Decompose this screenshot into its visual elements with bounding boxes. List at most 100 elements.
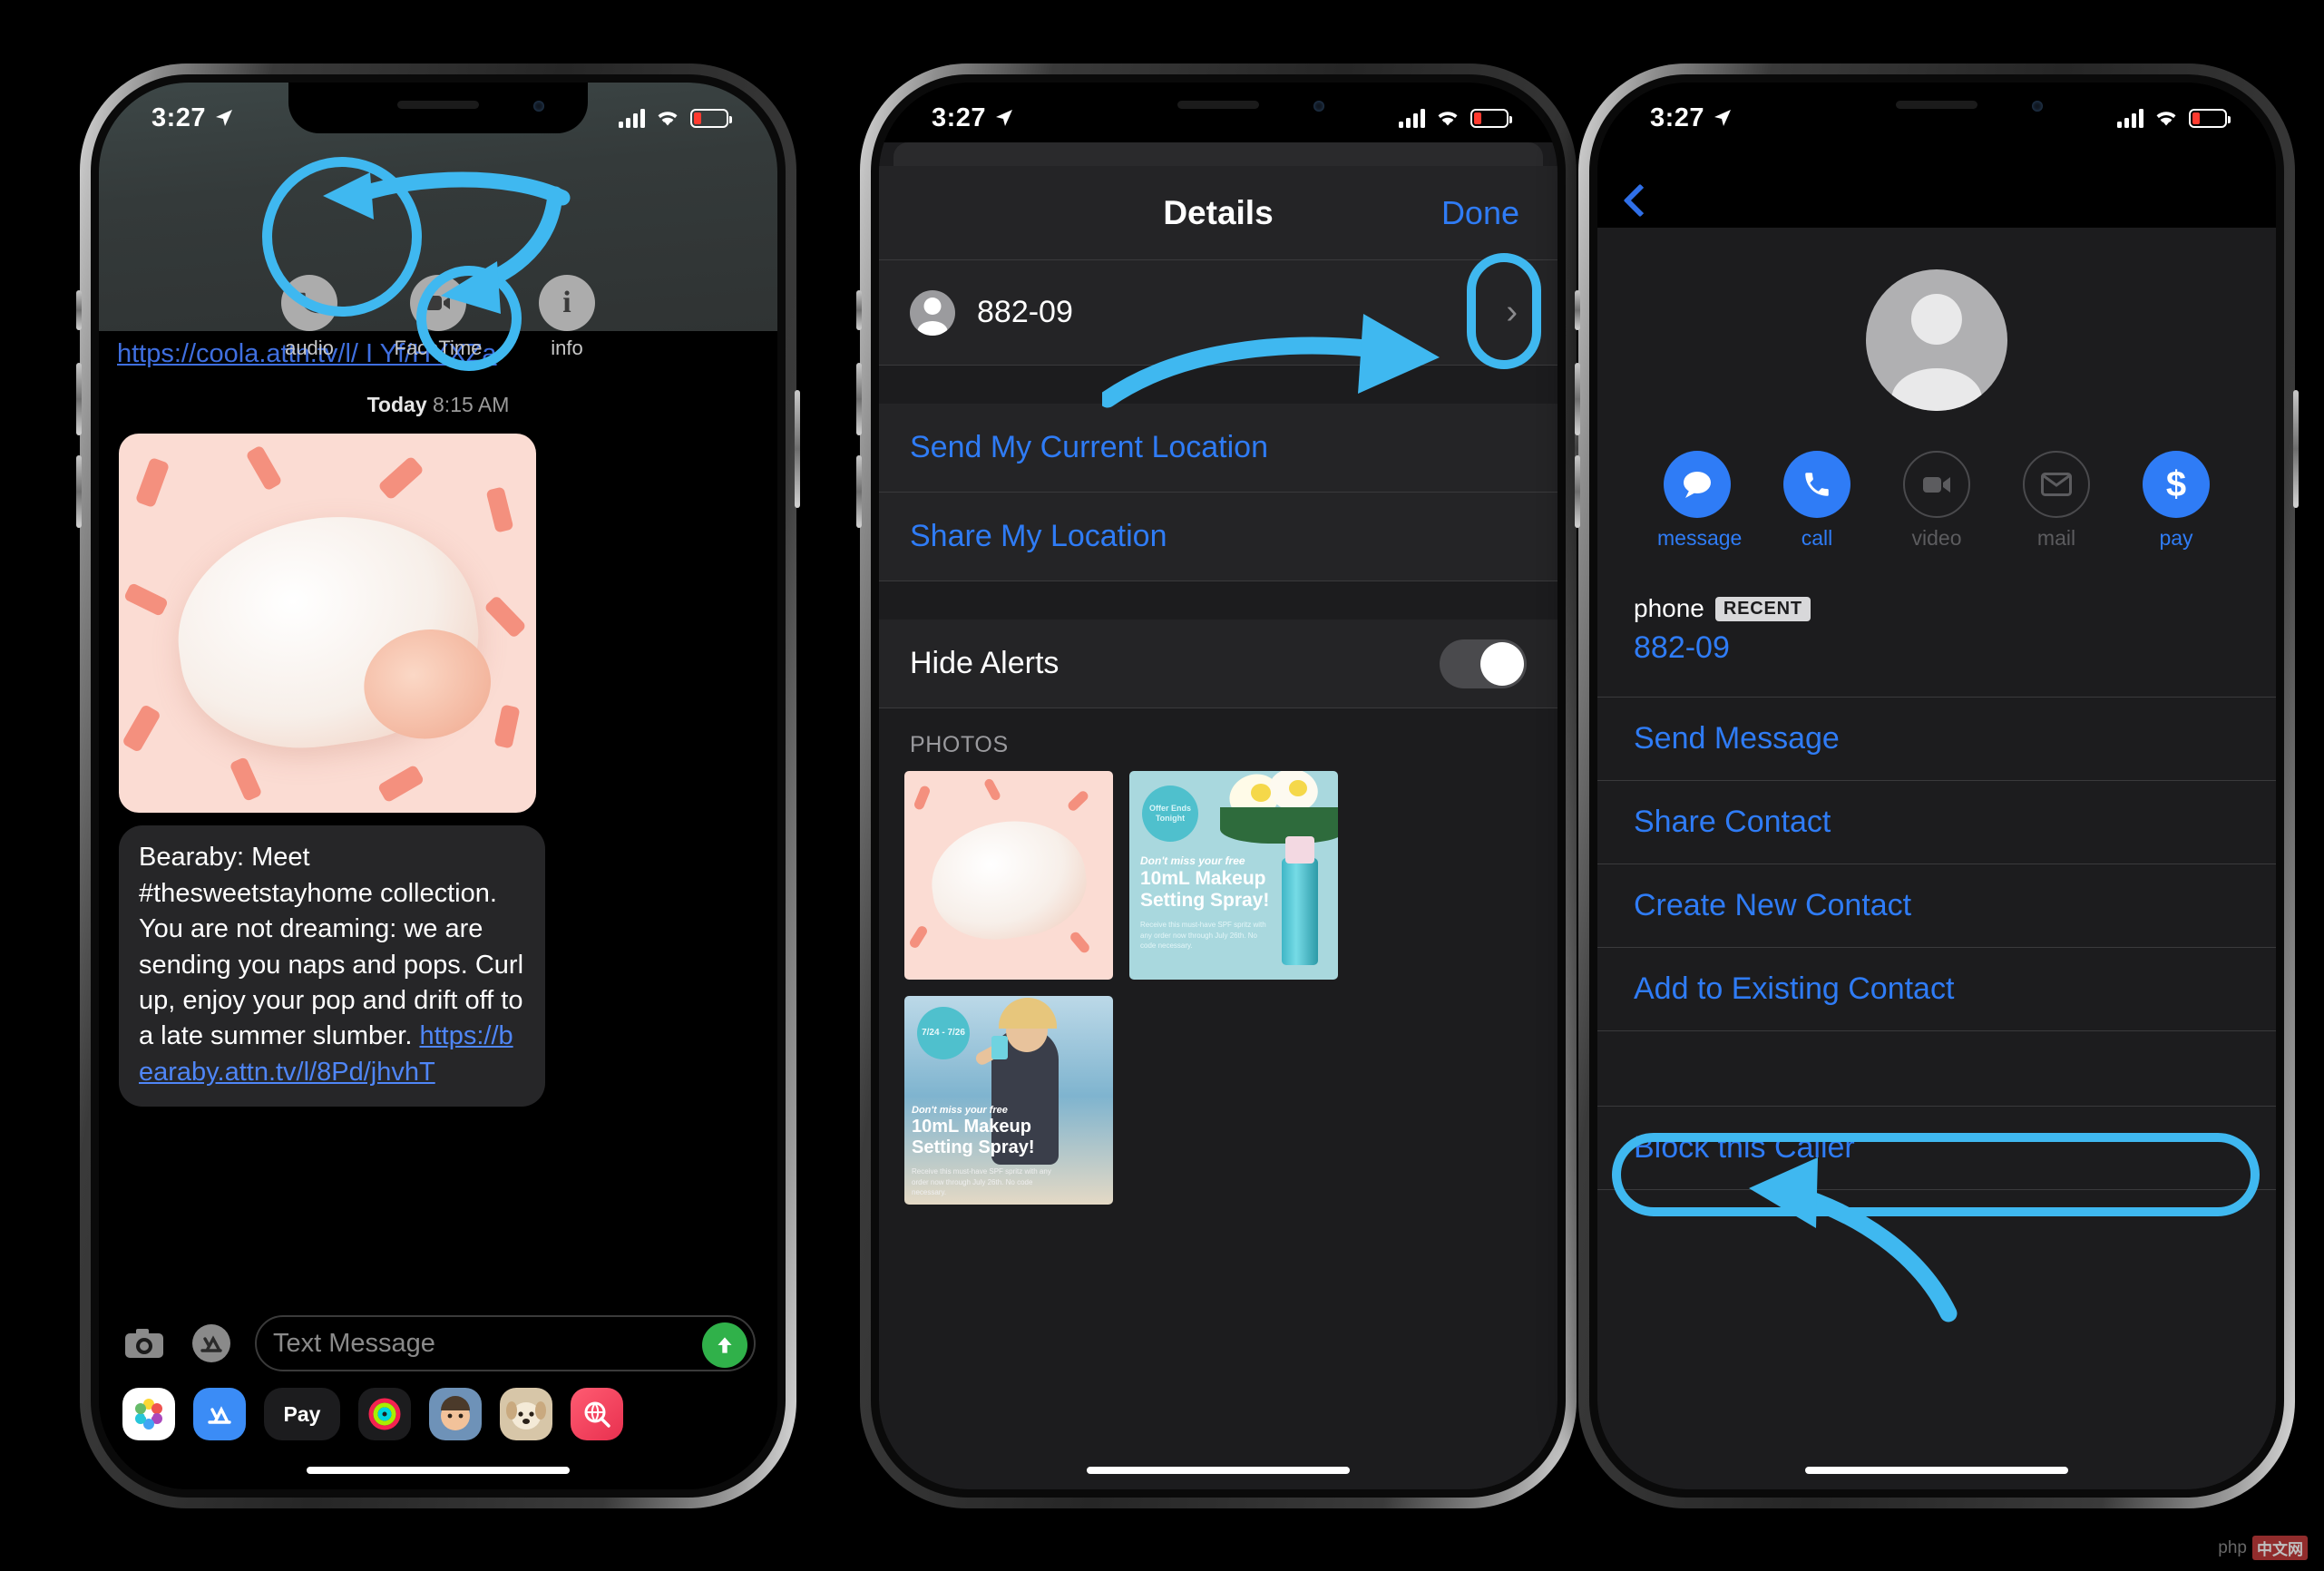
call-action-button[interactable]: call (1777, 451, 1857, 551)
details-contact-row[interactable]: 882-09 › (879, 260, 1557, 366)
create-new-contact-item[interactable]: Create New Contact (1597, 864, 2276, 948)
chevron-left-icon (1625, 184, 1645, 217)
share-contact-item[interactable]: Share Contact (1597, 781, 2276, 864)
beach-woman-spray-photo[interactable]: 7/24 - 7/26 Don't miss your free 10mL Ma… (904, 996, 1113, 1205)
send-my-current-location-item[interactable]: Send My Current Location (879, 404, 1557, 493)
contact-card: message call video mail $ pay phone RECE… (1597, 228, 2276, 1489)
info-circle-icon: i (539, 275, 595, 331)
promo-line3: Setting Spray! (1140, 890, 1270, 911)
app-store-icon[interactable] (188, 1320, 235, 1367)
imessage-app-drawer[interactable]: Pay (99, 1381, 777, 1448)
pay-action-button[interactable]: $ pay (2136, 451, 2216, 551)
volume-down-button[interactable] (76, 455, 82, 528)
phone-number-value[interactable]: 882-09 (1634, 630, 2240, 666)
home-indicator[interactable] (1087, 1467, 1350, 1474)
fitness-rings-app-icon[interactable] (358, 1388, 411, 1440)
watermark-badge: 中文网 (2252, 1536, 2308, 1560)
home-indicator[interactable] (307, 1467, 570, 1474)
audio-call-label: audio (285, 337, 334, 359)
photos-app-icon[interactable] (122, 1388, 175, 1440)
front-camera (2032, 101, 2043, 112)
message-bubble-icon (1664, 451, 1731, 518)
promo-fineprint: Receive this must-have SPF spritz with a… (912, 1167, 1051, 1197)
search-images-app-icon[interactable] (571, 1388, 623, 1440)
cellular-signal-icon (1399, 108, 1425, 128)
battery-icon (2189, 108, 2231, 128)
mail-action-label: mail (2036, 526, 2076, 550)
message-bubble[interactable]: Bearaby: Meet #thesweetstayhome collecti… (119, 825, 545, 1108)
status-time: 3:27 (1650, 102, 1705, 132)
back-button[interactable] (1625, 184, 1645, 221)
call-action-label: call (1801, 526, 1833, 550)
share-my-location-item[interactable]: Share My Location (879, 493, 1557, 581)
phone-bezel: 3:27 message call video mail $ pay phone… (1589, 74, 2284, 1498)
mute-switch[interactable] (856, 290, 862, 330)
phone-icon (281, 275, 337, 331)
location-arrow-icon (216, 110, 233, 126)
info-label: info (551, 337, 583, 359)
phone-bezel: 3:27 3 (91, 74, 786, 1498)
notch (1787, 83, 2086, 133)
hide-alerts-row[interactable]: Hide Alerts (879, 620, 1557, 708)
power-button[interactable] (2293, 390, 2299, 508)
contact-avatar (1866, 269, 2007, 411)
mute-switch[interactable] (1575, 290, 1580, 330)
send-message-item[interactable]: Send Message (1597, 698, 2276, 781)
phone-bezel: 3:27 Details Done 882-09 › Send My Curre… (871, 74, 1566, 1498)
volume-down-button[interactable] (856, 455, 862, 528)
battery-icon (1470, 108, 1512, 128)
message-compose-bar: Text Message (99, 1304, 777, 1382)
notch (1069, 83, 1368, 133)
info-button[interactable]: i info (522, 275, 612, 360)
photos-section-label: PHOTOS (910, 732, 1009, 757)
add-to-existing-contact-item[interactable]: Add to Existing Contact (1597, 948, 2276, 1031)
camera-icon[interactable] (121, 1320, 168, 1367)
text-message-placeholder: Text Message (273, 1328, 435, 1358)
phone-3-screen: 3:27 message call video mail $ pay phone… (1597, 83, 2276, 1489)
apple-pay-app-icon[interactable]: Pay (264, 1388, 340, 1440)
details-scroll-area[interactable]: Send My Current Location Share My Locati… (879, 366, 1557, 1489)
facetime-button[interactable]: FaceTime (393, 275, 483, 360)
location-arrow-icon (1714, 110, 1732, 126)
home-indicator[interactable] (1805, 1467, 2068, 1474)
knit-blanket-photo[interactable] (904, 771, 1113, 980)
status-time: 3:27 (932, 102, 987, 132)
done-button[interactable]: Done (1441, 194, 1519, 232)
video-camera-icon (1903, 451, 1970, 518)
message-action-button[interactable]: message (1657, 451, 1743, 551)
message-photo-attachment[interactable] (119, 434, 536, 814)
notch (288, 83, 588, 133)
facetime-label: FaceTime (394, 337, 483, 359)
promo-line1: Don't miss your free (912, 1105, 1008, 1116)
animoji-dog-app-icon[interactable] (500, 1388, 552, 1440)
contact-name-label: 882-09 (977, 295, 1073, 329)
details-sheet: Details Done 882-09 › Send My Current Lo… (879, 142, 1557, 1489)
volume-down-button[interactable] (1575, 455, 1580, 528)
power-button[interactable] (795, 390, 800, 508)
pay-action-label: pay (2159, 526, 2193, 550)
video-action-button: video (1897, 451, 1977, 551)
contact-avatar-icon (910, 289, 955, 336)
app-store-app-icon[interactable] (193, 1388, 246, 1440)
mute-switch[interactable] (76, 290, 82, 330)
phone-3-contact-card: 3:27 message call video mail $ pay phone… (1575, 63, 2299, 1508)
volume-up-button[interactable] (1575, 363, 1580, 435)
details-navbar: Details Done (879, 166, 1557, 260)
hide-alerts-toggle[interactable] (1440, 639, 1527, 688)
text-message-input[interactable]: Text Message (255, 1315, 756, 1371)
memoji-boy-app-icon[interactable] (429, 1388, 482, 1440)
phone-number-section[interactable]: phone RECENT 882-09 (1597, 594, 2276, 698)
block-this-caller-item[interactable]: Block this Caller (1597, 1106, 2276, 1190)
cellular-signal-icon (2117, 108, 2143, 128)
contact-actions: message call video mail $ pay (1597, 451, 2276, 551)
volume-up-button[interactable] (856, 363, 862, 435)
audio-call-button[interactable]: audio (264, 275, 355, 360)
makeup-setting-spray-photo[interactable]: Offer Ends Tonight Don't miss your free … (1129, 771, 1338, 980)
send-button[interactable] (702, 1322, 747, 1368)
message-action-label: message (1657, 526, 1743, 550)
chevron-right-icon[interactable]: › (1506, 293, 1518, 332)
volume-up-button[interactable] (76, 363, 82, 435)
location-arrow-icon (996, 110, 1013, 126)
wifi-icon (2156, 111, 2176, 125)
watermark-text: php (2218, 1537, 2247, 1557)
